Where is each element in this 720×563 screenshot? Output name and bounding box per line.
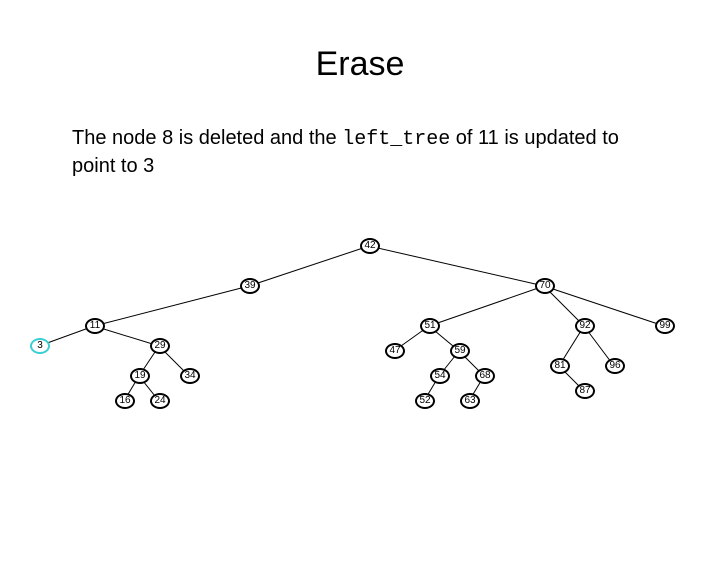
tree-node-11: 11: [85, 318, 105, 334]
tree-node-87: 87: [575, 383, 595, 399]
tree-node-39: 39: [240, 278, 260, 294]
tree-node-59: 59: [450, 343, 470, 359]
tree-node-68: 68: [475, 368, 495, 384]
tree-node-54: 54: [430, 368, 450, 384]
edge-42-39: [249, 246, 369, 286]
slide-title: Erase: [0, 23, 720, 84]
edge-70-51: [429, 286, 544, 326]
edge-39-11: [94, 286, 249, 326]
tree-node-3: 3: [30, 338, 50, 354]
tree-node-81: 81: [550, 358, 570, 374]
tree-node-34: 34: [180, 368, 200, 384]
tree-node-70: 70: [535, 278, 555, 294]
edge-42-70: [369, 246, 544, 286]
tree-node-92: 92: [575, 318, 595, 334]
tree-edges: [30, 238, 690, 488]
tree-node-99: 99: [655, 318, 675, 334]
tree-node-47: 47: [385, 343, 405, 359]
tree-node-19: 19: [130, 368, 150, 384]
edge-70-99: [544, 286, 664, 326]
tree-node-63: 63: [460, 393, 480, 409]
tree-node-42: 42: [360, 238, 380, 254]
body-code: left_tree: [342, 128, 450, 151]
tree-node-52: 52: [415, 393, 435, 409]
tree-node-96: 96: [605, 358, 625, 374]
body-pre: The node 8 is deleted and the: [72, 127, 342, 149]
tree-node-29: 29: [150, 338, 170, 354]
tree-node-51: 51: [420, 318, 440, 334]
bst-diagram: 42 39 70 11 51 92 99 3 29 47 59 81 96 19 34 54 68 87 16 24 5…: [30, 238, 690, 488]
tree-node-24: 24: [150, 393, 170, 409]
tree-node-16: 16: [115, 393, 135, 409]
slide-body: The node 8 is deleted and the left_tree …: [0, 107, 720, 180]
